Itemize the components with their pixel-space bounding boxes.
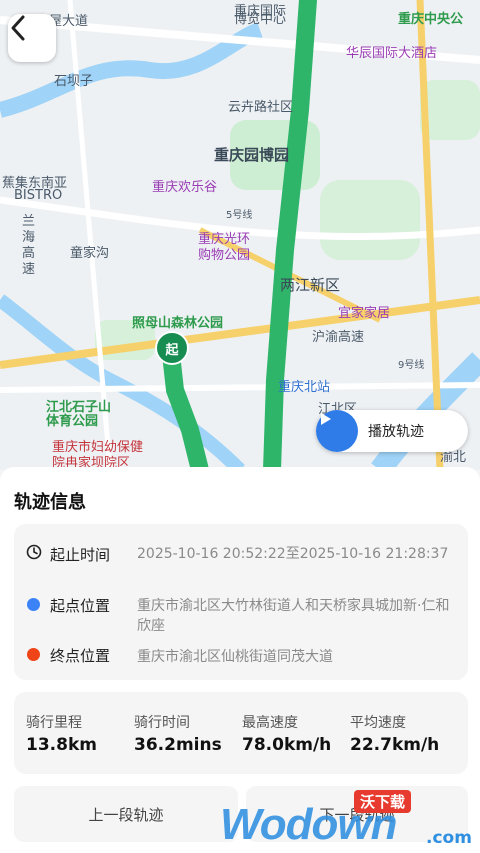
start-position-row: 重庆市渝北区大竹林街道人和天桥家具城加新·仁和欣座 [137, 596, 452, 636]
watermark-suffix: .com [426, 828, 472, 848]
max-speed-value: 78.0km/h [242, 735, 332, 755]
play-track-label: 播放轨迹 [368, 424, 424, 440]
map-label: 两江新区 [280, 276, 341, 294]
chevron-left-icon [11, 15, 25, 41]
duration-label: 骑行时间 [134, 715, 190, 731]
map-label: 重庆欢乐谷 [152, 180, 218, 195]
start-time-value: 2025-10-16 20:52:22至2025-10-16 21:28:37 [137, 546, 449, 562]
map-label: 华辰国际大酒店 [346, 46, 438, 61]
start-position-dot [27, 598, 40, 611]
map-label: 体育公园 [46, 414, 99, 429]
map-label: 宜家家居 [338, 306, 391, 321]
avg-speed-label: 平均速度 [350, 715, 406, 731]
map-label: 照母山森林公园 [132, 316, 224, 331]
end-position-label: 终点位置 [50, 647, 111, 665]
max-speed-label: 最高速度 [242, 715, 298, 731]
end-position-dot [27, 648, 40, 661]
map-label: BISTRO [14, 188, 63, 203]
play-track-button[interactable]: 播放轨迹 [316, 410, 468, 452]
map-label: 博览中心 [234, 12, 287, 27]
map-label: 5号线 [226, 210, 253, 221]
map-label: 购物公园 [198, 248, 251, 263]
map-label: 云卉路社区 [228, 100, 294, 115]
back-button[interactable] [8, 14, 56, 62]
stats-card [14, 692, 468, 774]
distance-label: 骑行里程 [26, 715, 82, 731]
start-position-value: 重庆市渝北区大竹林街道人和天桥家具城加新·仁和欣座 [137, 598, 450, 634]
watermark: 沃下载 Wodown .com [220, 790, 480, 850]
distance-value: 13.8km [26, 735, 97, 755]
end-position-row: 重庆市渝北区仙桃街道同茂大道 [137, 646, 452, 666]
end-position-value: 重庆市渝北区仙桃街道同茂大道 [137, 649, 333, 665]
prev-track-button[interactable]: 上一段轨迹 [14, 786, 238, 842]
map-label: 石坝子 [54, 74, 94, 89]
avg-speed-value: 22.7km/h [350, 735, 440, 755]
start-time-label: 起止时间 [50, 546, 111, 564]
map-label: 重庆中央公 [398, 12, 464, 27]
play-icon [316, 410, 358, 452]
map-label: 兰海高速 [22, 214, 36, 277]
clock-icon [26, 544, 42, 560]
map-label: 沪渝高速 [312, 330, 365, 345]
sheet-title: 轨迹信息 [14, 492, 86, 513]
duration-value: 36.2mins [134, 735, 222, 755]
route-map[interactable]: 庆屋大道 重庆国际 博览中心 重庆中央公 华辰国际大酒店 石坝子 云卉路社区 重… [0, 0, 480, 470]
start-time-row: 2025-10-16 20:52:22至2025-10-16 21:28:37 [137, 544, 452, 564]
start-marker: 起 [155, 331, 189, 365]
start-position-label: 起点位置 [50, 597, 111, 615]
map-label: 9号线 [398, 360, 425, 371]
map-label: 重庆园博园 [214, 146, 290, 164]
map-label: 重庆北站 [278, 380, 331, 395]
watermark-logo: Wodown [220, 800, 397, 849]
map-label: 童家沟 [70, 246, 110, 261]
